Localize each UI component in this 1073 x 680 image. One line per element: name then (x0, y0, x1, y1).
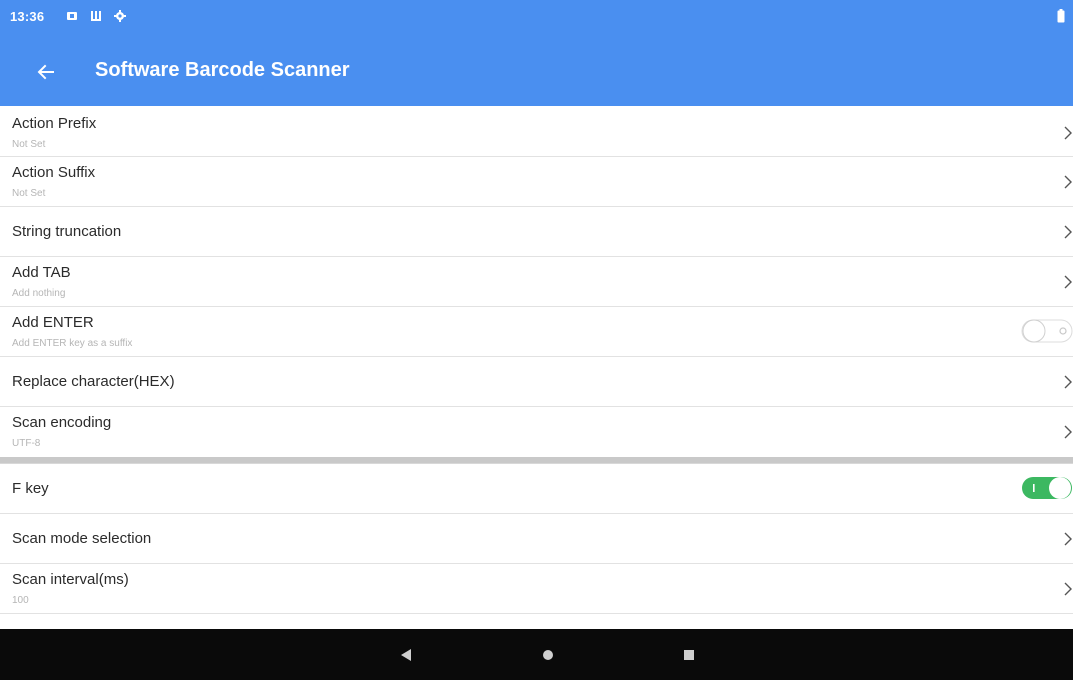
chevron-right-icon (1064, 225, 1072, 239)
nav-home-circle-icon (543, 650, 553, 660)
settings-list: Action Prefix Not Set Action Suffix Not … (0, 108, 1073, 616)
chevron-right-icon (1064, 275, 1072, 289)
setting-action-suffix[interactable]: Action Suffix Not Set (0, 157, 1073, 207)
setting-title: F key (12, 480, 49, 497)
setting-scan-interval[interactable]: Scan interval(ms) 100 (0, 564, 1073, 614)
section-divider (0, 457, 1073, 464)
setting-subtitle: Not Set (12, 139, 46, 150)
setting-subtitle: 100 (12, 595, 29, 606)
arrow-left-icon (37, 64, 54, 80)
nav-home-button[interactable] (535, 642, 561, 668)
setting-subtitle: Not Set (12, 188, 46, 199)
status-time: 13:36 (10, 9, 45, 24)
status-bar: 13:36 (0, 0, 1073, 38)
storage-icon (91, 11, 101, 21)
setting-add-tab[interactable]: Add TAB Add nothing (0, 257, 1073, 307)
f-key-toggle[interactable] (1021, 475, 1073, 501)
notification-square-icon (67, 12, 77, 20)
setting-string-truncation[interactable]: String truncation (0, 207, 1073, 257)
nav-recents-square-icon (684, 650, 694, 660)
setting-title: Replace character(HEX) (12, 373, 175, 390)
setting-subtitle: Add nothing (12, 288, 66, 299)
setting-subtitle: Add ENTER key as a suffix (12, 338, 133, 349)
setting-subtitle: UTF-8 (12, 438, 41, 449)
setting-title: Action Prefix (12, 115, 97, 132)
chevron-right-icon (1064, 582, 1072, 596)
system-nav-bar (0, 629, 1073, 680)
settings-gear-icon (114, 10, 126, 22)
setting-replace-character[interactable]: Replace character(HEX) (0, 357, 1073, 407)
setting-title: Scan mode selection (12, 530, 152, 547)
chevron-right-icon (1064, 532, 1072, 546)
setting-title: Scan interval(ms) (12, 571, 129, 588)
chevron-right-icon (1064, 425, 1072, 439)
setting-title: Add TAB (12, 264, 71, 281)
setting-f-key[interactable]: F key (0, 464, 1073, 514)
app-bar: Software Barcode Scanner (0, 38, 1073, 106)
status-icons (66, 10, 126, 22)
setting-scan-encoding[interactable]: Scan encoding UTF-8 (0, 407, 1073, 457)
nav-recents-button[interactable] (676, 642, 702, 668)
chevron-right-icon (1064, 126, 1072, 140)
chevron-right-icon (1064, 175, 1072, 189)
setting-scan-mode-selection[interactable]: Scan mode selection (0, 514, 1073, 564)
battery-icon (1057, 9, 1065, 23)
setting-action-prefix[interactable]: Action Prefix Not Set (0, 108, 1073, 157)
chevron-right-icon (1064, 375, 1072, 389)
setting-title: Scan encoding (12, 414, 112, 431)
setting-title: String truncation (12, 223, 122, 240)
back-button[interactable] (28, 54, 64, 90)
page-title: Software Barcode Scanner (95, 59, 350, 81)
setting-title: Action Suffix (12, 164, 96, 181)
setting-title: Add ENTER (12, 314, 94, 331)
add-enter-toggle[interactable] (1021, 318, 1073, 344)
nav-back-button[interactable] (393, 642, 419, 668)
nav-back-triangle-icon (401, 649, 411, 661)
setting-add-enter[interactable]: Add ENTER Add ENTER key as a suffix (0, 307, 1073, 357)
